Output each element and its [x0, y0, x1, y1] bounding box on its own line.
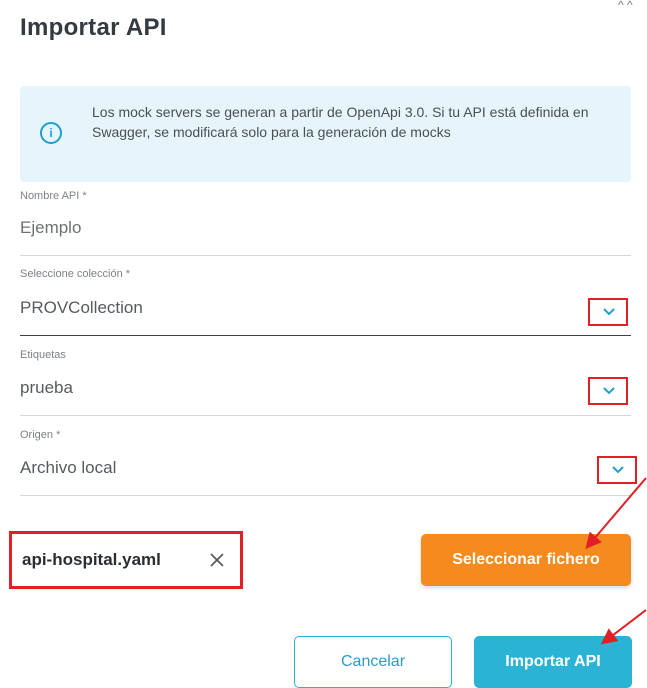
cancel-button[interactable]: Cancelar: [294, 636, 452, 688]
chevron-down-icon: [603, 308, 615, 316]
info-text: Los mock servers se generan a partir de …: [92, 104, 589, 140]
select-file-button[interactable]: Seleccionar fichero: [421, 534, 631, 586]
tags-underline: [20, 415, 631, 416]
api-name-input[interactable]: Ejemplo: [20, 218, 81, 238]
import-api-button[interactable]: Importar API: [474, 636, 632, 688]
dialog-title: Importar API: [20, 14, 167, 41]
chevron-down-icon: [603, 387, 615, 395]
origin-dropdown-button[interactable]: [597, 456, 637, 484]
info-icon: i: [40, 122, 62, 144]
chevron-down-icon: [612, 466, 624, 474]
file-name: api-hospital.yaml: [22, 550, 161, 569]
tags-label: Etiquetas: [20, 349, 66, 361]
close-icon[interactable]: [208, 551, 226, 569]
collection-label: Seleccione colección *: [20, 268, 131, 280]
collection-underline: [20, 335, 631, 336]
collection-dropdown-button[interactable]: [588, 298, 628, 326]
selected-file-chip: api-hospital.yaml: [9, 531, 243, 589]
api-name-label: Nombre API *: [20, 190, 87, 202]
origin-label: Origen *: [20, 429, 61, 441]
origin-underline: [20, 495, 631, 496]
origin-select[interactable]: Archivo local: [20, 458, 116, 478]
close-dialog-icon[interactable]: ^ ^: [618, 0, 638, 10]
info-banner: i Los mock servers se generan a partir d…: [20, 86, 631, 182]
api-name-underline: [20, 255, 631, 256]
collection-select[interactable]: PROVCollection: [20, 298, 143, 318]
tags-select[interactable]: prueba: [20, 378, 73, 398]
tags-dropdown-button[interactable]: [588, 377, 628, 405]
